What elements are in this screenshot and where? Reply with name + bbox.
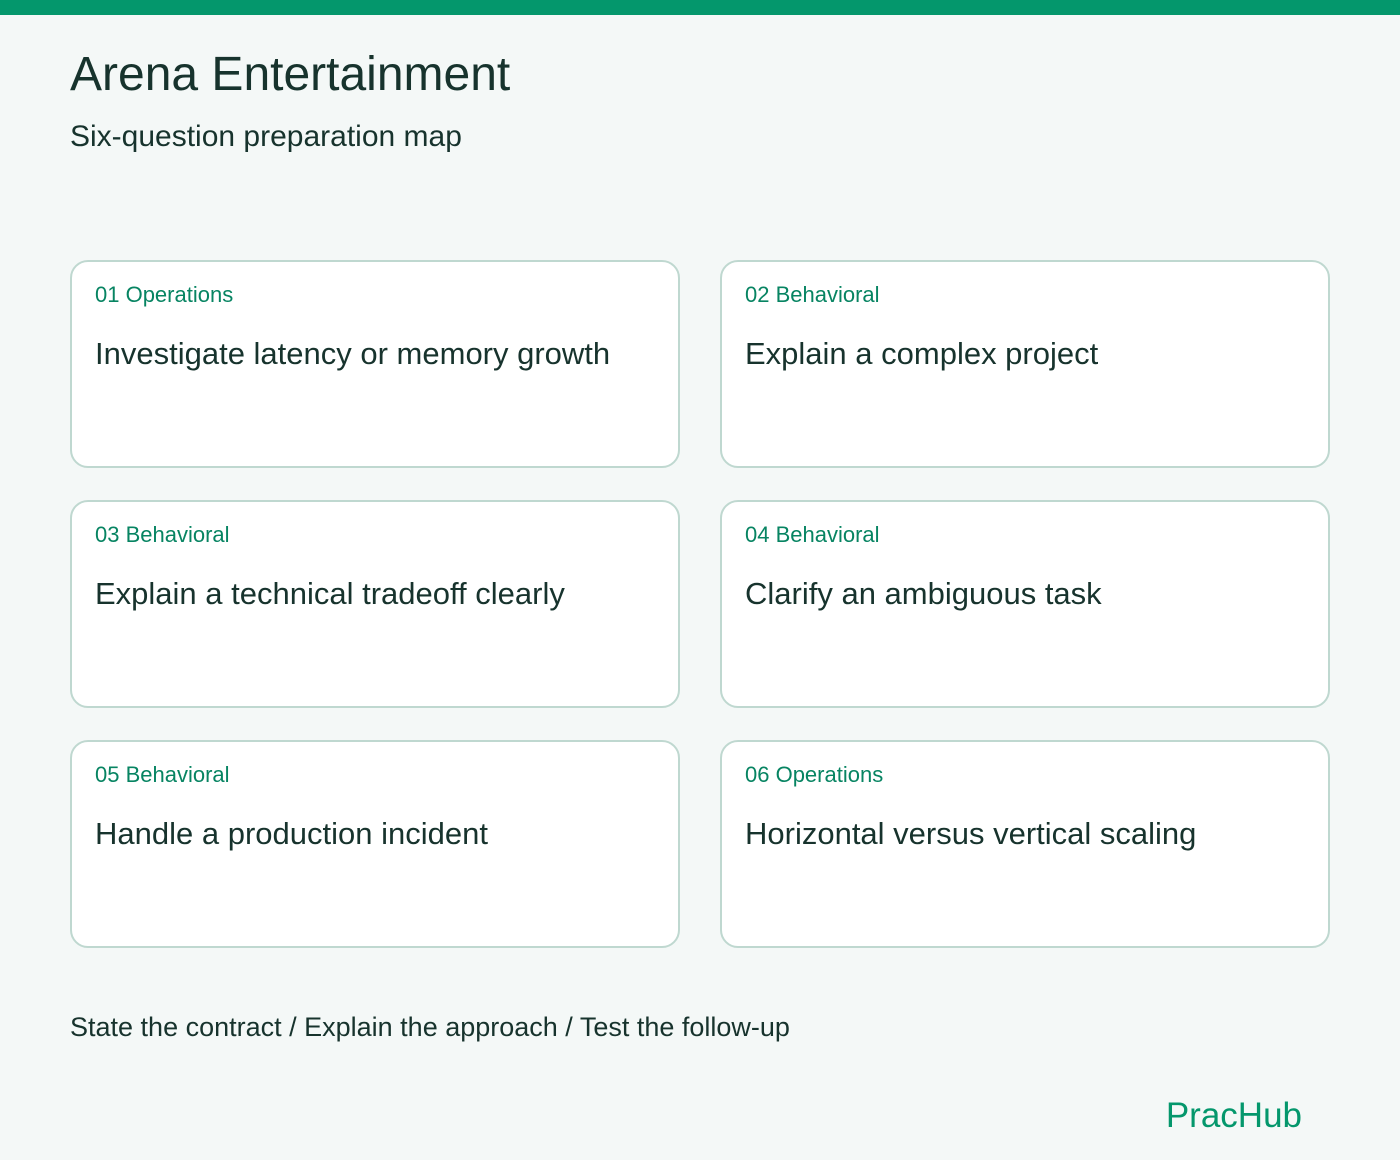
question-card[interactable]: 02 Behavioral Explain a complex project [720,260,1330,468]
card-question-title: Explain a complex project [745,336,1099,371]
card-question-title: Clarify an ambiguous task [745,576,1102,611]
card-category-label: 02 Behavioral [745,282,880,307]
card-category-label: 04 Behavioral [745,522,880,547]
question-card[interactable]: 06 Operations Horizontal versus vertical… [720,740,1330,948]
question-card[interactable]: 01 Operations Investigate latency or mem… [70,260,680,468]
card-category-label: 05 Behavioral [95,762,230,787]
card-question-title: Handle a production incident [95,816,488,851]
card-question-title: Horizontal versus vertical scaling [745,816,1197,851]
question-card[interactable]: 05 Behavioral Handle a production incide… [70,740,680,948]
question-card[interactable]: 03 Behavioral Explain a technical tradeo… [70,500,680,708]
question-card-grid: 01 Operations Investigate latency or mem… [70,260,1330,948]
footer-steps-note: State the contract / Explain the approac… [70,1012,790,1042]
card-category-label: 03 Behavioral [95,522,230,547]
card-category-label: 01 Operations [95,282,234,307]
card-question-title: Investigate latency or memory growth [95,336,611,371]
brand-logo-text: PracHub [1165,1096,1302,1135]
question-card[interactable]: 04 Behavioral Clarify an ambiguous task [720,500,1330,708]
page-subtitle: Six-question preparation map [70,120,462,153]
card-category-label: 06 Operations [745,762,884,787]
page-title: Arena Entertainment [70,48,511,101]
top-accent-bar [0,0,1400,15]
card-question-title: Explain a technical tradeoff clearly [95,576,565,611]
